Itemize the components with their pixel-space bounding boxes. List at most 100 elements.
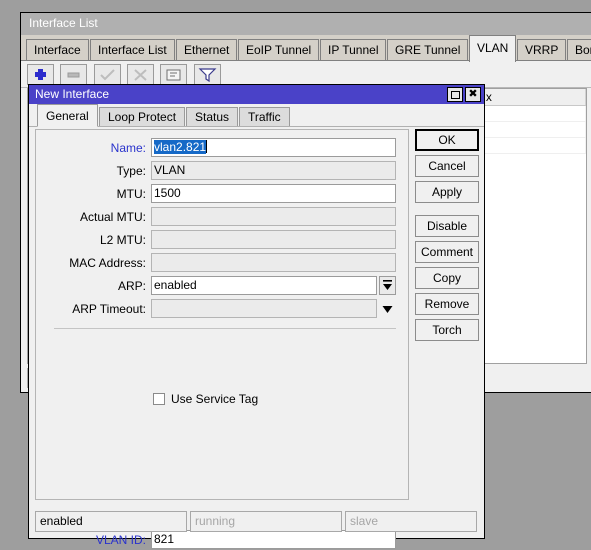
dialog-tab-general[interactable]: General xyxy=(37,104,98,127)
status-slave: slave xyxy=(345,511,477,532)
torch-button[interactable]: Torch xyxy=(415,319,479,341)
use-service-tag-row[interactable]: Use Service Tag xyxy=(153,392,258,406)
mac_address-input[interactable] xyxy=(151,253,396,272)
maximize-button[interactable] xyxy=(447,87,463,102)
ok-button-label: OK xyxy=(438,133,456,147)
mtu-input[interactable]: 1500 xyxy=(151,184,396,203)
field-row-arp_timeout: ARP Timeout: xyxy=(36,299,408,321)
tab-label: GRE Tunnel xyxy=(395,43,461,57)
grid-header-rx[interactable]: Rx xyxy=(473,89,586,105)
status-running: running xyxy=(190,511,342,532)
tab-label: VLAN xyxy=(477,41,509,55)
comment-button-label: Comment xyxy=(420,245,473,259)
dialog-tab-status[interactable]: Status xyxy=(186,107,238,127)
form-fields-primary: Name: vlan2.821 Type: VLAN MTU: 1500 Actual MT… xyxy=(36,130,408,322)
type-value: VLAN xyxy=(154,163,186,177)
tab-interface[interactable]: Interface xyxy=(26,39,89,61)
dialog-tab-label: Status xyxy=(195,110,230,124)
filter-button[interactable] xyxy=(193,64,221,85)
cell-rx xyxy=(473,122,586,137)
field-row-vlan_id: VLAN ID: 821 xyxy=(36,530,408,550)
arp_timeout-input[interactable] xyxy=(151,299,377,318)
arp-value: enabled xyxy=(154,278,197,292)
field-row-mac_address: MAC Address: xyxy=(36,253,408,275)
dialog-tab-label: General xyxy=(46,109,89,123)
apply-button[interactable]: Apply xyxy=(415,181,479,203)
tab-label: Interface List xyxy=(98,43,167,57)
disable-button[interactable]: Disable xyxy=(415,215,479,237)
dialog-body: Name: vlan2.821 Type: VLAN MTU: 1500 Actual MT… xyxy=(29,127,484,549)
disable-button[interactable] xyxy=(127,64,155,85)
arp-label: ARP: xyxy=(117,279,146,293)
mtu-value: 1500 xyxy=(154,186,181,200)
vlan_id-label: VLAN ID: xyxy=(95,533,146,547)
tab-label: VRRP xyxy=(525,43,559,57)
add-button[interactable] xyxy=(27,64,54,85)
actual_mtu-input[interactable] xyxy=(151,207,396,226)
type-label: Type: xyxy=(116,164,146,178)
tab-vlan[interactable]: VLAN xyxy=(469,35,516,62)
arp_timeout-dropdown-button[interactable] xyxy=(379,299,396,318)
tab-gre-tunnel[interactable]: GRE Tunnel xyxy=(387,39,468,61)
interface-tab-strip: Interface Interface List Ethernet EoIP Tunn… xyxy=(21,35,591,62)
vlan_id-value: 821 xyxy=(154,532,175,546)
field-row-actual_mtu: Actual MTU: xyxy=(36,207,408,229)
tab-label: IP Tunnel xyxy=(328,43,379,57)
type-input[interactable]: VLAN xyxy=(151,161,396,180)
use-service-tag-checkbox[interactable] xyxy=(153,393,165,405)
dialog-tab-traffic[interactable]: Traffic xyxy=(239,107,290,127)
l2_mtu-label: L2 MTU: xyxy=(99,233,146,247)
tab-bonding[interactable]: Bonding xyxy=(567,39,591,61)
tab-interface-list[interactable]: Interface List xyxy=(90,39,175,61)
tab-ip-tunnel[interactable]: IP Tunnel xyxy=(320,39,386,61)
tab-label: EoIP Tunnel xyxy=(246,43,312,57)
arp_timeout-label: ARP Timeout: xyxy=(72,302,146,316)
dialog-window-buttons: ✖ xyxy=(447,87,481,102)
comment-button[interactable]: Comment xyxy=(415,241,479,263)
dialog-tab-label: Loop Protect xyxy=(108,110,177,124)
copy-button[interactable]: Copy xyxy=(415,267,479,289)
dialog-tab-label: Traffic xyxy=(248,110,281,124)
dialog-tab-loop-protect[interactable]: Loop Protect xyxy=(99,107,185,127)
cancel-button[interactable]: Cancel xyxy=(415,155,479,177)
vlan_id-input[interactable]: 821 xyxy=(151,530,396,549)
mac_address-label: MAC Address: xyxy=(69,256,146,270)
tab-ethernet[interactable]: Ethernet xyxy=(176,39,237,61)
close-icon: ✖ xyxy=(468,88,478,100)
l2_mtu-input[interactable] xyxy=(151,230,396,249)
interface-list-titlebar[interactable]: Interface List xyxy=(21,13,591,35)
dialog-tab-strip: General Loop Protect Status Traffic xyxy=(29,104,484,127)
dialog-title: New Interface xyxy=(35,87,110,101)
name-label: Name: xyxy=(110,141,146,155)
text-caret xyxy=(206,140,208,153)
disable-button-label: Disable xyxy=(426,219,468,233)
cancel-button-label: Cancel xyxy=(428,159,466,173)
field-row-name: Name: vlan2.821 xyxy=(36,138,408,160)
ok-button[interactable]: OK xyxy=(415,129,479,151)
mtu-label: MTU: xyxy=(116,187,146,201)
torch-button-label: Torch xyxy=(432,323,462,337)
screen: Interface List Interface Interface List Et… xyxy=(0,0,591,550)
name-value: vlan2.821 xyxy=(154,140,207,154)
form-divider xyxy=(54,328,396,329)
remove-button-label: Remove xyxy=(424,297,470,311)
comment-button[interactable] xyxy=(160,64,188,85)
status-enabled: enabled xyxy=(35,511,187,532)
arp-input[interactable]: enabled xyxy=(151,276,377,295)
tab-eoip-tunnel[interactable]: EoIP Tunnel xyxy=(238,39,319,61)
tab-vrrp[interactable]: VRRP xyxy=(517,39,566,61)
dialog-button-column: OK Cancel Apply Disable Comment Copy Remove Tor… xyxy=(415,129,479,345)
name-input[interactable]: vlan2.821 xyxy=(151,138,396,157)
arp-dropdown-button[interactable] xyxy=(379,276,396,295)
close-button[interactable]: ✖ xyxy=(465,87,481,102)
cell-rx xyxy=(473,106,586,121)
cell-rx xyxy=(473,138,586,153)
use-service-tag-label: Use Service Tag xyxy=(171,392,259,406)
field-row-arp: ARP: enabled xyxy=(36,276,408,298)
tab-label: Interface xyxy=(34,43,81,57)
enable-button[interactable] xyxy=(93,64,121,85)
remove-button[interactable]: Remove xyxy=(415,293,479,315)
remove-button[interactable] xyxy=(60,64,88,85)
maximize-icon xyxy=(451,91,460,99)
dialog-titlebar[interactable]: New Interface ✖ xyxy=(29,85,484,104)
